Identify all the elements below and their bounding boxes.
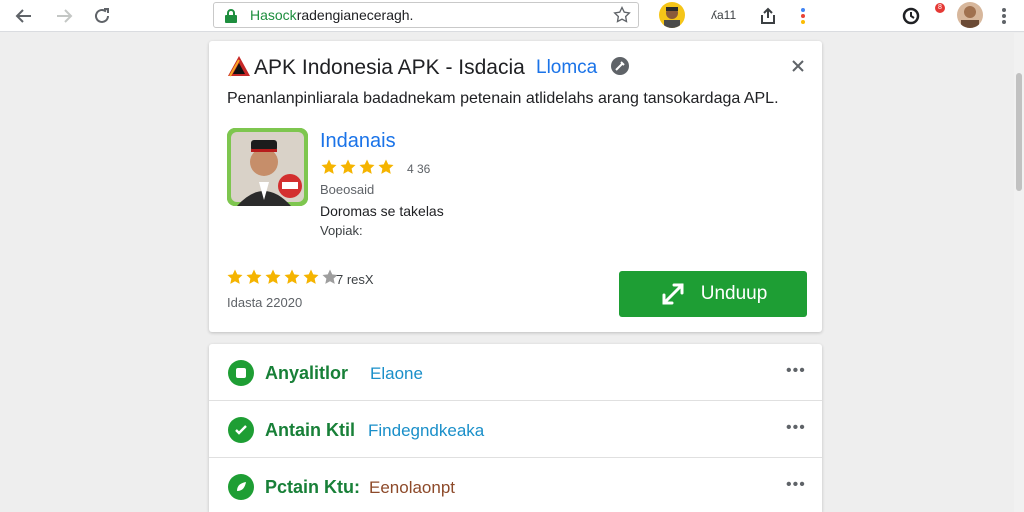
more-options-icon[interactable]: ••• xyxy=(786,362,806,380)
star-filled-icon xyxy=(284,269,300,284)
url-path: radengianeceragh. xyxy=(296,7,414,23)
rating-count: 7 resX xyxy=(336,272,374,287)
app-icon[interactable] xyxy=(227,128,308,206)
arrow-right-icon xyxy=(57,9,73,23)
star-half-icon xyxy=(378,159,394,174)
list-item[interactable]: Antain Ktil Findegndkeaka ••• xyxy=(209,401,822,458)
download-button[interactable]: Unduup xyxy=(619,271,807,317)
profile-avatar[interactable] xyxy=(957,2,983,28)
card-title: APK Indonesia APK - Isdacia xyxy=(254,56,525,79)
check-icon xyxy=(235,425,247,435)
app-rating-value: 4 36 xyxy=(407,162,431,176)
reload-icon xyxy=(95,8,109,23)
overall-star-rating xyxy=(226,268,339,286)
card-title-link[interactable]: Llomca xyxy=(536,57,597,79)
list-item-icon xyxy=(228,360,254,386)
wrench-icon[interactable] xyxy=(610,56,630,76)
list-item-title: Anyalitlor xyxy=(265,363,349,383)
app-developer: Boeosaid xyxy=(320,182,375,197)
browser-menu-button[interactable] xyxy=(992,4,1016,28)
extension-count: ʎa11 xyxy=(711,8,737,22)
list-item-icon xyxy=(228,474,254,500)
history-button[interactable] xyxy=(899,4,923,28)
scrollbar-thumb[interactable] xyxy=(1016,73,1022,191)
reload-button[interactable] xyxy=(90,4,114,28)
browser-toolbar: Hasockradengianeceragh. ʎa11 8 xyxy=(0,0,1024,32)
list-item[interactable]: Anyalitlor Elaone ••• xyxy=(209,344,822,401)
square-icon xyxy=(236,368,246,378)
url-text: Hasockradengianeceragh. xyxy=(250,7,413,23)
download-arrow-icon xyxy=(662,283,684,305)
app-portrait-icon xyxy=(227,128,308,206)
list-item[interactable]: Pctain Ktu: Eenolaonpt ••• xyxy=(209,458,822,512)
apk-logo-icon xyxy=(228,56,250,77)
app-star-rating xyxy=(320,158,395,176)
history-icon xyxy=(902,7,920,25)
share-button[interactable] xyxy=(756,4,780,28)
arrow-left-icon xyxy=(15,9,31,23)
address-bar[interactable]: Hasockradengianeceragh. xyxy=(213,2,639,28)
page-scrollbar[interactable] xyxy=(1014,33,1024,512)
bookmark-star-icon[interactable] xyxy=(612,5,632,25)
card-description: Penanlanpinliarala badadnekam petenain a… xyxy=(227,90,779,107)
star-filled-icon xyxy=(340,159,356,174)
menu-button[interactable] xyxy=(791,4,815,28)
back-button[interactable] xyxy=(12,4,36,28)
star-filled-icon xyxy=(321,159,337,174)
star-filled-icon xyxy=(246,269,262,284)
person-icon xyxy=(664,7,680,28)
list-item-title: Pctain Ktu: xyxy=(265,477,361,497)
star-filled-icon xyxy=(227,269,243,284)
more-options-icon[interactable]: ••• xyxy=(786,419,806,437)
url-host: Hasock xyxy=(250,7,297,23)
profile-photo-icon xyxy=(961,6,979,28)
more-vertical-icon xyxy=(1002,8,1006,24)
star-filled-icon xyxy=(265,269,281,284)
star-filled-icon xyxy=(359,159,375,174)
more-options-icon[interactable]: ••• xyxy=(786,476,806,494)
lock-icon xyxy=(225,9,237,23)
list-item-icon xyxy=(228,417,254,443)
updated-date: Idasta 22020 xyxy=(227,295,303,310)
leaf-icon xyxy=(237,482,246,491)
download-button-label: Unduup xyxy=(700,283,768,304)
extension-avatar[interactable] xyxy=(659,2,685,28)
app-category: Doromas se takelas xyxy=(320,203,444,219)
app-name[interactable]: Indanais xyxy=(320,130,396,153)
list-item-subtitle[interactable]: Eenolaonpt xyxy=(369,478,455,498)
app-version: Vopiak: xyxy=(320,223,363,238)
options-list: Anyalitlor Elaone ••• Antain Ktil Findeg… xyxy=(209,344,822,512)
share-icon xyxy=(761,7,775,24)
star-filled-icon xyxy=(303,269,319,284)
list-item-subtitle[interactable]: Elaone xyxy=(370,364,423,384)
app-card: APK Indonesia APK - Isdacia Llomca Penan… xyxy=(209,41,822,332)
list-item-title: Antain Ktil xyxy=(265,420,355,440)
kebab-menu-icon xyxy=(801,8,805,24)
notification-badge: 8 xyxy=(935,3,945,13)
forward-button[interactable] xyxy=(52,4,76,28)
close-icon[interactable] xyxy=(789,57,807,75)
list-item-subtitle[interactable]: Findegndkeaka xyxy=(368,421,484,441)
